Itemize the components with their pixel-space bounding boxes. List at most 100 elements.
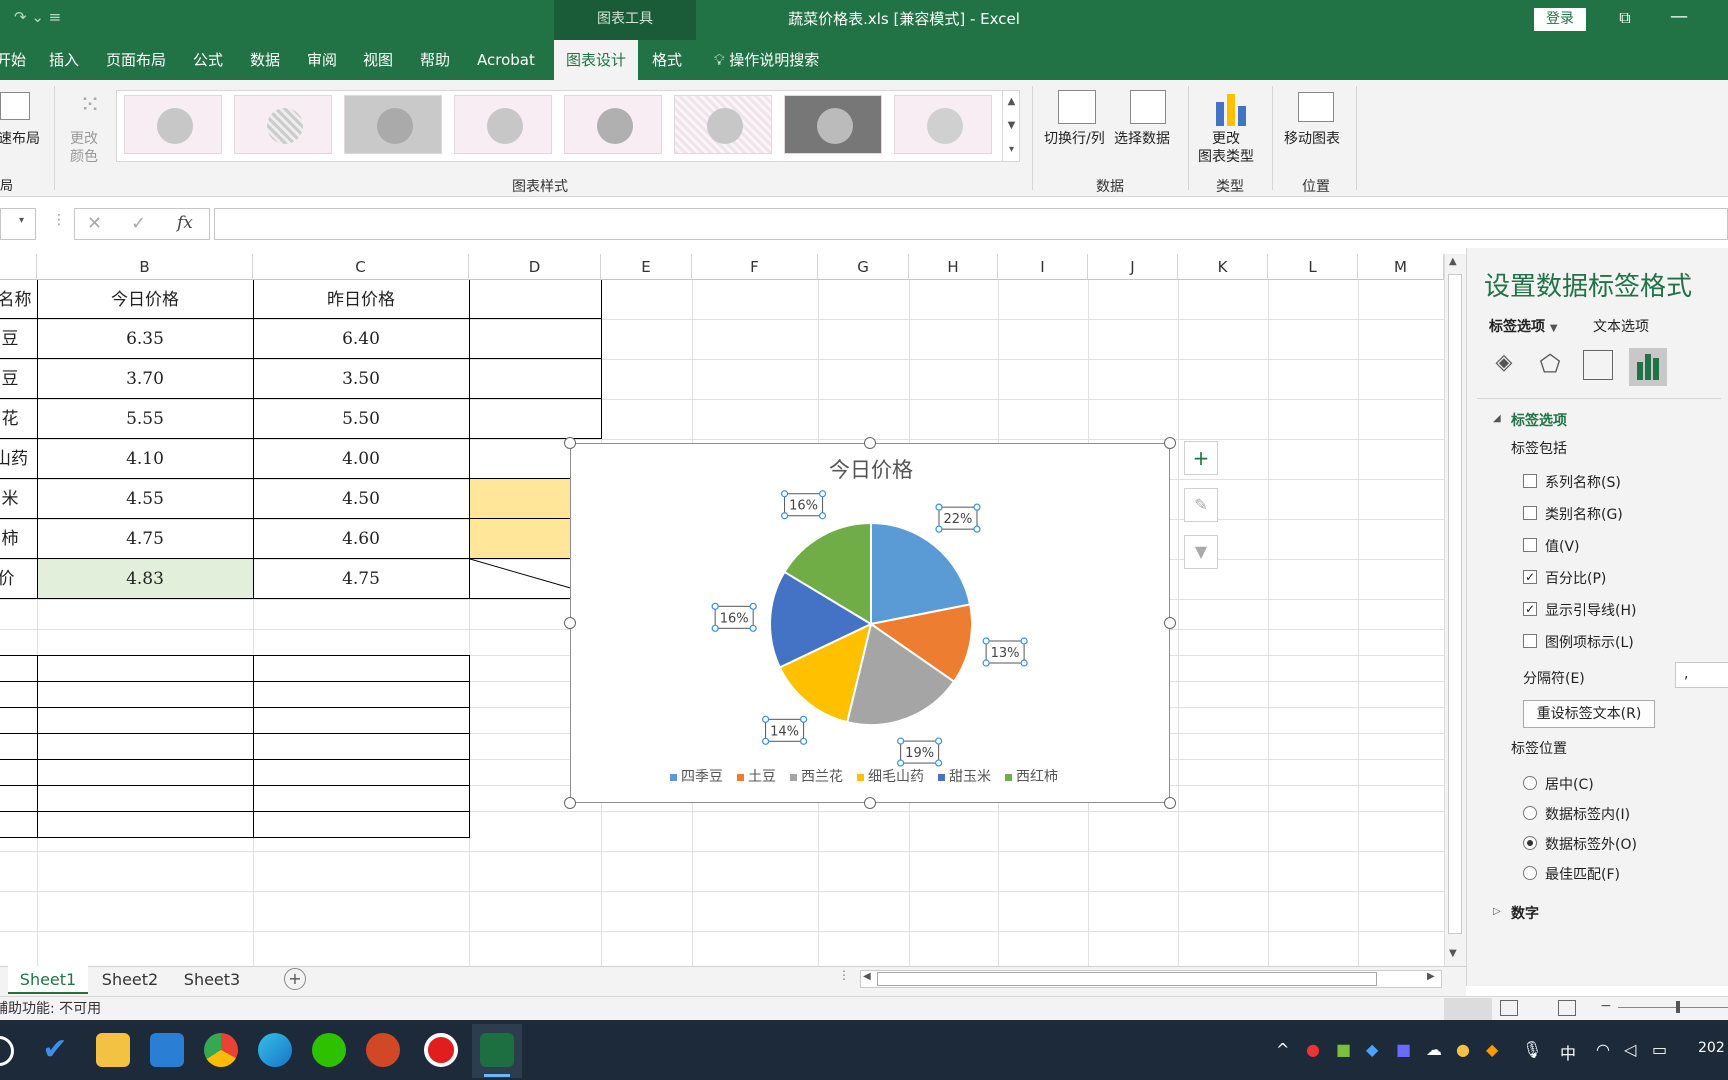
data-label-3[interactable]: 14% [761, 715, 808, 745]
legend-item-5[interactable]: 西红柿 [1005, 769, 1058, 785]
name-box[interactable]: ▾ [0, 208, 36, 240]
switch-row-column-button[interactable]: 切换行/列 [1044, 130, 1105, 148]
edge-icon[interactable] [258, 1033, 292, 1067]
chart-styles-brush-icon[interactable]: ✎ [1184, 488, 1218, 522]
tab-format[interactable]: 格式 [652, 40, 682, 80]
separator-select[interactable]: , [1675, 662, 1728, 688]
cell-today[interactable]: 5.55 [37, 399, 253, 439]
leader-lines-checkbox[interactable]: ✓ [1523, 602, 1537, 616]
tab-view[interactable]: 视图 [363, 40, 393, 80]
column-header-g[interactable]: G [818, 254, 909, 280]
data-label-1[interactable]: 13% [982, 637, 1028, 667]
normal-view-icon[interactable] [1444, 998, 1492, 1020]
chart-legend[interactable]: 四季豆 土豆 西兰花 细毛山药 甜玉米 西红柿 [571, 766, 1171, 786]
data-label-2[interactable]: 19% [897, 737, 943, 767]
fill-line-icon[interactable]: ◈ [1489, 350, 1519, 380]
resize-handle-bl[interactable] [564, 797, 576, 809]
size-properties-icon[interactable] [1583, 350, 1613, 380]
zoom-slider-thumb[interactable] [1676, 1001, 1680, 1013]
resize-handle-r[interactable] [1164, 617, 1176, 629]
chart-style-3[interactable] [344, 95, 442, 154]
tab-page-layout[interactable]: 页面布局 [106, 40, 166, 80]
resize-handle-b[interactable] [864, 797, 876, 809]
tab-home[interactable]: 开始 [0, 40, 26, 80]
cell-a1[interactable]: 名称 [0, 280, 37, 320]
change-chart-type-button[interactable]: 更改 图表类型 [1198, 130, 1254, 166]
cell-today[interactable]: 6.35 [37, 319, 253, 359]
legend-key-checkbox[interactable] [1523, 634, 1537, 648]
resize-handle-l[interactable] [564, 617, 576, 629]
legend-item-1[interactable]: 土豆 [737, 769, 776, 785]
microphone-icon[interactable]: 🎙︎ [1522, 1040, 1542, 1059]
column-header-a[interactable] [0, 254, 37, 280]
excel-icon[interactable] [480, 1033, 514, 1067]
change-colors-button[interactable]: 更改 颜色 [70, 130, 98, 166]
scroll-down-icon[interactable]: ▼ [1449, 948, 1457, 959]
category-name-checkbox[interactable] [1523, 506, 1537, 520]
cell-today[interactable]: 4.75 [37, 519, 253, 559]
cell-yesterday[interactable]: 5.50 [253, 399, 469, 439]
effects-pentagon-icon[interactable]: ⬠ [1535, 350, 1565, 380]
column-header-b[interactable]: B [37, 254, 253, 280]
zoom-slider[interactable] [1618, 1007, 1728, 1008]
insert-function-icon[interactable]: fx [177, 213, 193, 233]
change-chart-type-icon[interactable] [1214, 90, 1248, 126]
label-options-section[interactable]: 标签选项 [1511, 410, 1567, 430]
tray-security-icon[interactable]: ◆ [1486, 1040, 1498, 1059]
scroll-left-icon[interactable]: ◀ [863, 971, 871, 982]
chart-style-1[interactable] [124, 95, 222, 154]
enter-icon[interactable]: ✓ [131, 213, 146, 234]
column-header-f[interactable]: F [692, 254, 818, 280]
column-header-k[interactable]: K [1178, 254, 1268, 280]
chart-style-4[interactable] [454, 95, 552, 154]
outside-end-radio[interactable] [1523, 836, 1537, 850]
cell-name[interactable]: 柿 [0, 519, 28, 559]
palette-icon[interactable]: ⁙ [70, 90, 110, 124]
battery-icon[interactable]: ▭ [1652, 1040, 1667, 1059]
resize-handle-t[interactable] [864, 437, 876, 449]
cell-name[interactable]: 豆 [0, 319, 28, 359]
reset-label-text-button[interactable]: 重设标签文本(R) [1523, 700, 1655, 728]
tell-me-search[interactable]: 💡︎ 操作说明搜索 [714, 40, 819, 80]
chart-style-8[interactable] [894, 95, 992, 154]
chart-style-7[interactable] [784, 95, 882, 154]
column-header-j[interactable]: J [1088, 254, 1178, 280]
sheet-tab-sheet1[interactable]: Sheet1 [8, 966, 88, 994]
legend-item-3[interactable]: 细毛山药 [857, 769, 924, 785]
accessibility-status[interactable]: 辅助功能: 不可用 [0, 998, 101, 1018]
resize-handle-br[interactable] [1164, 797, 1176, 809]
best-fit-radio[interactable] [1523, 866, 1537, 880]
wechat-icon[interactable] [312, 1033, 346, 1067]
resize-handle-tl[interactable] [564, 437, 576, 449]
cell-yesterday[interactable]: 4.00 [253, 439, 469, 479]
add-sheet-icon[interactable]: + [284, 968, 306, 990]
select-data-button[interactable]: 选择数据 [1114, 130, 1170, 148]
tab-help[interactable]: 帮助 [420, 40, 450, 80]
cell-name[interactable]: 花 [0, 399, 28, 439]
cell-yesterday[interactable]: 4.50 [253, 479, 469, 519]
vertical-scrollbar[interactable]: ▲ ▼ [1444, 254, 1466, 966]
cell-c1[interactable]: 昨日价格 [253, 280, 469, 320]
switch-row-column-icon[interactable] [1058, 90, 1096, 124]
cell-name[interactable]: 山药 [0, 439, 36, 479]
tray-record-icon[interactable]: ● [1306, 1040, 1320, 1059]
collapse-triangle-icon[interactable]: ◢ [1493, 413, 1501, 424]
data-label-4[interactable]: 16% [711, 602, 757, 632]
quick-layout-icon[interactable] [0, 92, 30, 120]
mail-icon[interactable] [150, 1033, 184, 1067]
chart-style-6[interactable] [674, 95, 772, 154]
formula-input[interactable] [214, 208, 1728, 240]
percentage-checkbox[interactable]: ✓ [1523, 570, 1537, 584]
tab-review[interactable]: 审阅 [307, 40, 337, 80]
wifi-icon[interactable]: ◠ [1596, 1040, 1610, 1059]
cell-b1[interactable]: 今日价格 [37, 280, 253, 320]
tab-insert[interactable]: 插入 [49, 40, 79, 80]
sheet-tab-sheet3[interactable]: Sheet3 [176, 966, 248, 994]
tab-chart-design[interactable]: 图表设计 [554, 40, 638, 80]
column-header-m[interactable]: M [1358, 254, 1444, 280]
cell-name[interactable]: 价 [0, 559, 24, 599]
select-data-icon[interactable] [1130, 90, 1166, 124]
tray-app-icon[interactable]: ■ [1396, 1040, 1411, 1059]
column-header-e[interactable]: E [601, 254, 692, 280]
login-button[interactable]: 登录 [1534, 8, 1586, 31]
